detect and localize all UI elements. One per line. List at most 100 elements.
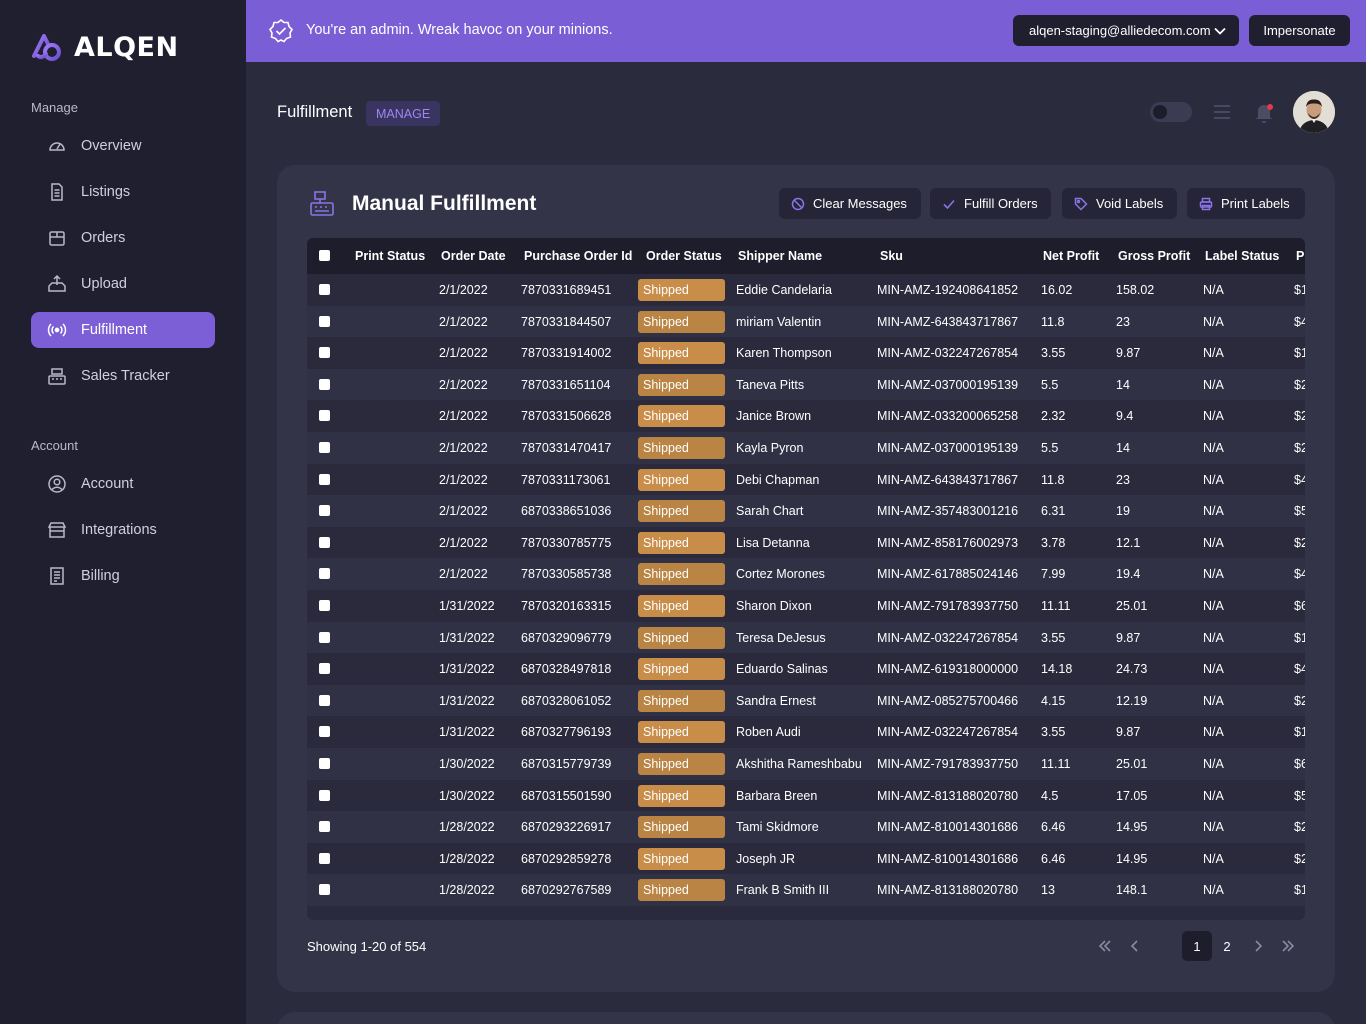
gross-profit-cell: 9.87 [1116,346,1141,361]
column-header-label-status[interactable]: Label Status [1205,249,1279,263]
column-header-net-profit[interactable]: Net Profit [1043,249,1099,263]
order-status-badge: Shipped [638,753,725,775]
environment-select[interactable]: alqen-staging@alliedecom.com [1013,15,1239,46]
last-page-button[interactable] [1273,931,1303,961]
table-row[interactable]: Shipped 1/31/2022 7870320163315 Sharon Dixo… [307,590,1305,622]
manage-badge[interactable]: MANAGE [366,101,441,126]
row-checkbox[interactable] [319,600,330,611]
table-row[interactable]: Shipped 1/30/2022 6870315779739 Akshitha Ra… [307,748,1305,780]
label-status-cell: N/A [1203,504,1224,519]
row-checkbox[interactable] [319,631,330,643]
column-header-sku[interactable]: Sku [880,249,903,263]
brand-logo[interactable]: ALQEN [30,30,179,64]
table-row[interactable]: Shipped 2/1/2022 7870331844507 miriam Valen… [307,305,1305,338]
first-page-button[interactable] [1090,931,1120,961]
table-row[interactable]: Shipped 1/28/2022 6870292859278 Joseph JR MI… [307,843,1305,875]
row-checkbox[interactable] [319,852,330,864]
shipper-name-cell: Joseph JR [736,851,796,866]
column-header-order-status[interactable]: Order Status [646,249,722,263]
table-row[interactable]: Shipped 1/31/2022 6870327796193 Roben Audi M… [307,716,1305,748]
column-header-purchase-order-id[interactable]: Purchase Order Id [524,249,632,263]
column-header-shipper-name[interactable]: Shipper Name [738,249,822,263]
table-row[interactable]: Shipped 1/28/2022 6870292767589 Frank B Smi… [307,874,1305,906]
theme-toggle[interactable] [1150,102,1192,122]
sidebar-item-sales-tracker[interactable]: Sales Tracker [31,358,215,394]
clear-messages-button[interactable]: Clear Messages [779,188,921,219]
bell-icon[interactable] [1254,102,1274,124]
sidebar-item-listings[interactable]: Listings [31,174,215,210]
impersonate-button[interactable]: Impersonate [1249,15,1350,46]
table-row[interactable]: Shipped 1/31/2022 6870329096779 Teresa DeJe… [307,621,1305,654]
page-button-1[interactable]: 1 [1182,931,1212,961]
gross-profit-cell: 25.01 [1116,757,1148,771]
row-checkbox[interactable] [319,694,330,706]
sidebar-item-integrations[interactable]: Integrations [31,512,215,548]
column-header-gross-profit[interactable]: Gross Profit [1118,249,1190,263]
void-labels-label: Void Labels [1096,196,1164,211]
row-checkbox[interactable] [319,410,330,422]
column-header-print-status[interactable]: Print Status [355,249,425,263]
row-checkbox[interactable] [319,884,330,896]
purchase-order-id-cell: 6870338651036 [521,504,612,519]
row-checkbox[interactable] [319,347,330,359]
sidebar-item-orders[interactable]: Orders [31,220,215,256]
section-label-manage: Manage [31,100,78,115]
label-status-cell: N/A [1203,630,1224,645]
table-row[interactable]: Shipped 2/1/2022 7870331651104 Taneva Pitts… [307,368,1305,401]
table-row[interactable]: Shipped 2/1/2022 6870338651036 Sarah Chart M… [307,495,1305,527]
sidebar-item-account[interactable]: Account [31,466,215,502]
void-labels-button[interactable]: Void Labels [1062,188,1177,219]
user-avatar[interactable] [1293,91,1335,133]
next-page-button[interactable] [1243,931,1273,961]
order-date-cell: 2/1/2022 [439,567,488,582]
row-checkbox[interactable] [319,473,330,485]
column-header-price[interactable]: P [1296,249,1304,263]
column-header-order-date[interactable]: Order Date [441,249,506,263]
sku-cell: MIN-AMZ-037000195139 [877,441,1019,455]
row-checkbox[interactable] [319,442,330,453]
row-checkbox[interactable] [319,758,330,769]
purchase-order-id-cell: 7870331914002 [521,346,612,361]
table-row[interactable]: Shipped 2/1/2022 7870331506628 Janice Brown… [307,400,1305,432]
table-row[interactable]: Shipped 1/31/2022 6870328061052 Sandra Erne… [307,684,1305,717]
select-all-checkbox[interactable] [319,250,330,261]
table-row[interactable]: Shipped 1/30/2022 6870315501590 Barbara Bre… [307,780,1305,812]
table-row[interactable]: Shipped 2/1/2022 7870330585738 Cortez Moron… [307,558,1305,590]
fulfill-orders-button[interactable]: Fulfill Orders [930,188,1051,219]
menu-icon[interactable] [1213,104,1231,120]
row-checkbox[interactable] [319,821,330,833]
price-cell: $2 [1294,693,1305,708]
sidebar-item-overview[interactable]: Overview [31,128,215,164]
sidebar-item-upload[interactable]: Upload [31,266,215,302]
row-checkbox[interactable] [319,505,330,517]
tag-icon [1074,197,1088,211]
label-status-cell: N/A [1203,567,1224,582]
banner-message: You're an admin. Wreak havoc on your min… [306,22,613,38]
gross-profit-cell: 25.01 [1116,599,1148,613]
alqen-logo-icon [32,34,61,61]
purchase-order-id-cell: 6870328061052 [521,693,612,708]
table-row[interactable]: Shipped 2/1/2022 7870330785775 Lisa Detanna… [307,527,1305,559]
table-row[interactable]: Shipped 2/1/2022 7870331173061 Debi Chapman… [307,464,1305,496]
table-row[interactable]: Shipped 1/28/2022 6870293226917 Tami Skidmo… [307,811,1305,843]
net-profit-cell: 6.46 [1041,820,1066,835]
print-labels-button[interactable]: Print Labels [1187,188,1305,219]
table-row[interactable]: Shipped 2/1/2022 7870331914002 Karen Thomps… [307,337,1305,369]
prev-page-button[interactable] [1120,931,1150,961]
page-button-2[interactable]: 2 [1212,931,1242,961]
row-checkbox[interactable] [319,726,330,738]
row-checkbox[interactable] [319,663,330,675]
row-checkbox[interactable] [319,789,330,801]
table-row[interactable]: Shipped 2/1/2022 7870331470417 Kayla Pyron M… [307,432,1305,464]
row-checkbox[interactable] [319,536,330,548]
row-checkbox[interactable] [319,378,330,390]
row-checkbox[interactable] [319,284,330,295]
sidebar-item-billing[interactable]: Billing [31,558,215,594]
table-row[interactable]: Shipped 1/31/2022 6870328497818 Eduardo Sal… [307,653,1305,685]
row-checkbox[interactable] [319,568,330,580]
order-date-cell: 1/28/2022 [439,820,495,835]
row-checkbox[interactable] [319,315,330,327]
table-row[interactable]: Shipped 2/1/2022 7870331689451 Eddie Candel… [307,274,1305,306]
sidebar-item-fulfillment[interactable]: Fulfillment [31,312,215,348]
net-profit-cell: 11.11 [1041,599,1071,613]
